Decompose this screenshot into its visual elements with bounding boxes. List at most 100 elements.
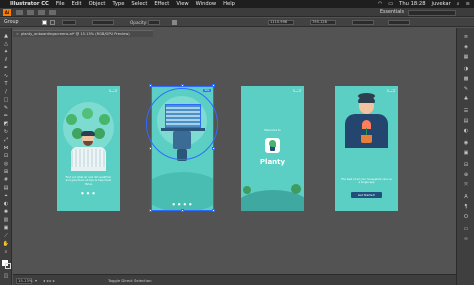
menu-select[interactable]: Select [131,1,147,7]
stroke-swatch[interactable] [50,20,55,25]
selected-circle-path[interactable] [146,88,218,160]
user-name[interactable]: juvekar [432,1,451,7]
resize-handle[interactable] [149,84,152,87]
resize-handle[interactable] [181,209,184,212]
y-field[interactable]: 795.128 [310,20,336,25]
x-field[interactable]: 1110.996 [268,20,294,25]
height-field[interactable] [388,20,410,25]
menu-object[interactable]: Object [89,1,106,7]
pathfinder-icon[interactable]: ⊕ [462,172,470,178]
pen-tool-icon[interactable]: ✒ [2,66,10,71]
style-swatch[interactable] [172,20,177,25]
menu-file[interactable]: File [56,1,65,7]
opacity-field[interactable] [148,20,160,25]
pencil-icon[interactable]: ✏ [2,114,10,119]
fill-swatch[interactable] [42,20,47,25]
transform-icon[interactable]: ⤧ [462,182,470,188]
blend-icon[interactable]: ◐ [2,202,10,207]
rectangle-tool-icon[interactable]: □ [2,98,10,103]
magic-wand-icon[interactable]: ✦ [2,50,10,55]
search-stock-input[interactable] [408,9,456,16]
skip-button[interactable]: Skip [109,89,117,92]
shape-builder-icon[interactable]: ◎ [2,162,10,167]
wifi-icon[interactable]: ◠ [378,1,383,7]
lasso-icon[interactable]: ℓ [2,58,10,63]
line-tool-icon[interactable]: / [2,90,10,95]
appearance-icon[interactable]: ◉ [462,140,470,146]
skip-button[interactable]: Skip [293,89,301,92]
stock-icon[interactable] [27,10,34,15]
app-menu[interactable]: Illustrator CC [10,1,49,7]
menu-window[interactable]: Window [196,1,216,7]
color-icon[interactable]: ◑ [462,66,470,72]
align-icon[interactable]: ⊟ [462,162,470,168]
battery-icon[interactable]: ▭ [388,1,393,7]
close-icon[interactable]: × [16,32,19,36]
free-transform-icon[interactable]: ⊡ [2,154,10,159]
hand-tool-icon[interactable]: ✋ [2,242,10,247]
eyedropper-icon[interactable]: ⌖ [2,194,10,199]
bridge-icon[interactable] [16,10,23,15]
artboard-get-started[interactable]: Skip The best of all your houseplant car… [335,86,398,211]
resize-handle[interactable] [212,84,215,87]
skip-button[interactable]: Skip [203,89,211,92]
perspective-grid-icon[interactable]: ⊞ [2,170,10,175]
resize-handle[interactable] [181,84,184,87]
search-icon[interactable]: ⌕ [457,1,460,8]
menu-help[interactable]: Help [223,1,235,7]
resize-handle[interactable] [149,209,152,212]
document-tab[interactable]: × planty_onboardingscreens.ai* @ 15.13% (… [13,30,153,37]
zoom-field[interactable]: 15.13% [16,278,32,284]
list-icon[interactable]: ≡ [466,1,470,7]
artboard-tool-icon[interactable]: ▣ [2,226,10,231]
libraries-icon[interactable]: ▦ [462,54,470,60]
brushes-icon[interactable]: ✎ [462,86,470,92]
gradient-panel-icon[interactable]: ▤ [462,118,470,124]
layers-icon[interactable]: ◈ [462,44,470,50]
transparency-icon[interactable]: ◐ [462,128,470,134]
menu-edit[interactable]: Edit [72,1,82,7]
symbols-icon[interactable]: ♣ [462,96,470,102]
paintbrush-icon[interactable]: ✎ [2,106,10,111]
variable-width-field[interactable] [92,20,114,25]
swatches-icon[interactable]: ▩ [462,76,470,82]
stroke-icon[interactable]: ☰ [462,108,470,114]
tool-status-text[interactable]: Toggle Direct Selection [108,277,152,284]
resize-handle[interactable] [212,147,215,150]
type-tool-icon[interactable]: T [2,82,10,87]
menu-view[interactable]: View [176,1,188,7]
menu-effect[interactable]: Effect [154,1,169,7]
clock[interactable]: Thu 18:28 [399,1,425,7]
eraser-icon[interactable]: ◩ [2,122,10,127]
graph-icon[interactable]: ▥ [2,218,10,223]
zoom-dropdown-icon[interactable]: ▾ [35,278,41,284]
menu-type[interactable]: Type [112,1,124,7]
opentype-icon[interactable]: O [462,214,470,220]
resize-handle[interactable] [149,147,152,150]
links-icon[interactable]: ∞ [462,236,470,242]
stroke-color-icon[interactable] [5,263,11,269]
curvature-icon[interactable]: ∿ [2,74,10,79]
mesh-icon[interactable]: # [2,178,10,183]
arrange-icon[interactable] [38,10,45,15]
slice-icon[interactable]: ⟋ [2,234,10,239]
zoom-tool-icon[interactable]: ⌕ [2,250,10,255]
character-icon[interactable]: A [462,194,470,200]
paragraph-icon[interactable]: ¶ [462,204,470,210]
graphic-styles-icon[interactable]: ▣ [462,150,470,156]
properties-icon[interactable]: ≡ [462,34,470,40]
gradient-icon[interactable]: ▤ [2,186,10,191]
workspace-switcher[interactable]: Essentials [380,9,404,16]
skip-button[interactable]: Skip [387,89,395,92]
artboards-panel-icon[interactable]: ▭ [462,226,470,232]
artboard-welcome[interactable]: Skip Welcome to Planty [241,86,304,211]
selection-tool-icon[interactable]: ▲ [2,34,10,39]
scale-icon[interactable]: ⤢ [2,138,10,143]
symbol-sprayer-icon[interactable]: ✺ [2,210,10,215]
direct-selection-tool-icon[interactable]: △ [2,42,10,47]
rotate-icon[interactable]: ↻ [2,130,10,135]
artboard-navigator[interactable]: ◂ ◂ ▸ ▸ [43,278,83,284]
width-tool-icon[interactable]: ⋈ [2,146,10,151]
draw-mode-icon[interactable]: ◫ [2,274,10,279]
stroke-weight-field[interactable] [62,20,76,25]
